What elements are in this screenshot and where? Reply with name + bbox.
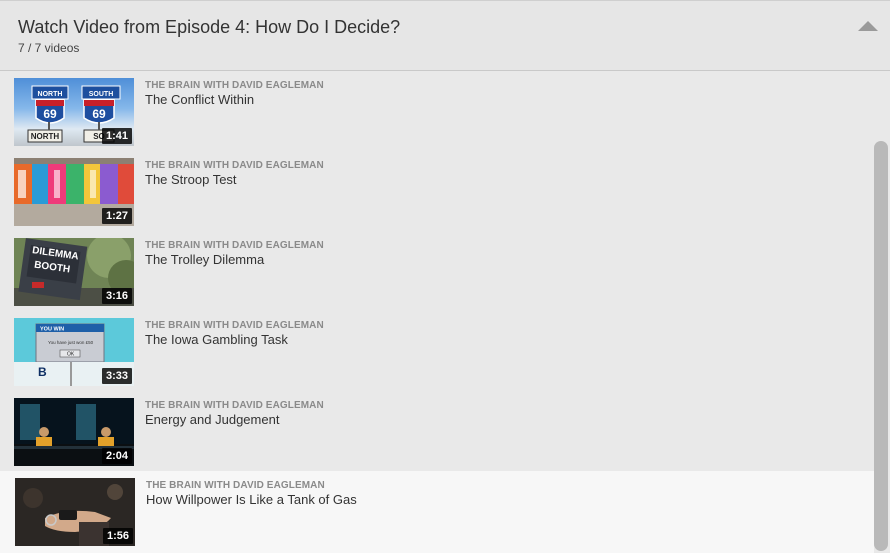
duration-badge: 1:56 xyxy=(102,528,133,544)
video-title[interactable]: The Iowa Gambling Task xyxy=(145,332,288,347)
video-item-iowa-gambling-task[interactable]: YOU WIN You have just won £50 OK B 3:33 … xyxy=(0,311,874,391)
channel-name: THE BRAIN WITH DAVID EAGLEMAN xyxy=(145,240,324,251)
plate-north-text: NORTH xyxy=(31,132,60,141)
video-thumbnail[interactable]: 1:27 xyxy=(14,158,134,226)
video-list: NORTH SOUTH 69 69 NORTH SO 1:41 THE BRAI… xyxy=(0,71,890,553)
video-title[interactable]: The Stroop Test xyxy=(145,172,237,187)
video-title[interactable]: How Willpower Is Like a Tank of Gas xyxy=(146,492,357,507)
playlist-title: Watch Video from Episode 4: How Do I Dec… xyxy=(18,17,401,37)
win-message-text: You have just won £50 xyxy=(48,340,94,345)
deck-letter-text: B xyxy=(38,365,47,379)
playlist-header: Watch Video from Episode 4: How Do I Dec… xyxy=(0,1,890,71)
duration-badge: 2:04 xyxy=(101,448,132,464)
scrollbar-thumb[interactable] xyxy=(874,141,888,551)
duration-badge: 1:41 xyxy=(101,128,132,144)
video-item-stroop-test[interactable]: 1:27 THE BRAIN WITH DAVID EAGLEMAN The S… xyxy=(0,151,874,231)
video-item-willpower-tank-of-gas[interactable]: 1:56 THE BRAIN WITH DAVID EAGLEMAN How W… xyxy=(0,471,874,553)
video-count: 7 / 7 videos xyxy=(18,41,80,55)
duration-badge: 3:33 xyxy=(101,368,132,384)
channel-name: THE BRAIN WITH DAVID EAGLEMAN xyxy=(145,320,324,331)
video-title[interactable]: Energy and Judgement xyxy=(145,412,279,427)
video-title[interactable]: The Conflict Within xyxy=(145,92,254,107)
duration-badge: 1:27 xyxy=(101,208,132,224)
collapse-up-icon[interactable] xyxy=(858,21,878,31)
channel-name: THE BRAIN WITH DAVID EAGLEMAN xyxy=(145,160,324,171)
channel-name: THE BRAIN WITH DAVID EAGLEMAN xyxy=(145,400,324,411)
sign-number-text: 69 xyxy=(43,107,57,121)
playlist-panel: Watch Video from Episode 4: How Do I Dec… xyxy=(0,0,890,553)
video-thumbnail[interactable]: NORTH SOUTH 69 69 NORTH SO 1:41 xyxy=(14,78,134,146)
channel-name: THE BRAIN WITH DAVID EAGLEMAN xyxy=(146,480,325,491)
you-win-text: YOU WIN xyxy=(40,327,64,333)
video-thumbnail[interactable]: 1:56 xyxy=(15,478,135,546)
video-title[interactable]: The Trolley Dilemma xyxy=(145,252,264,267)
channel-name: THE BRAIN WITH DAVID EAGLEMAN xyxy=(145,80,324,91)
sign-south-text: SOUTH xyxy=(89,91,114,98)
sign-north-text: NORTH xyxy=(38,91,63,98)
ok-text: OK xyxy=(67,352,75,358)
duration-badge: 3:16 xyxy=(101,288,132,304)
video-thumbnail[interactable]: 2:04 xyxy=(14,398,134,466)
video-item-energy-and-judgement[interactable]: 2:04 THE BRAIN WITH DAVID EAGLEMAN Energ… xyxy=(0,391,874,471)
video-item-conflict-within[interactable]: NORTH SOUTH 69 69 NORTH SO 1:41 THE BRAI… xyxy=(0,71,874,151)
video-thumbnail[interactable]: DILEMMA BOOTH 3:16 xyxy=(14,238,134,306)
video-thumbnail[interactable]: YOU WIN You have just won £50 OK B 3:33 xyxy=(14,318,134,386)
sign-number-text: 69 xyxy=(92,107,106,121)
video-item-trolley-dilemma[interactable]: DILEMMA BOOTH 3:16 THE BRAIN WITH DAVID … xyxy=(0,231,874,311)
